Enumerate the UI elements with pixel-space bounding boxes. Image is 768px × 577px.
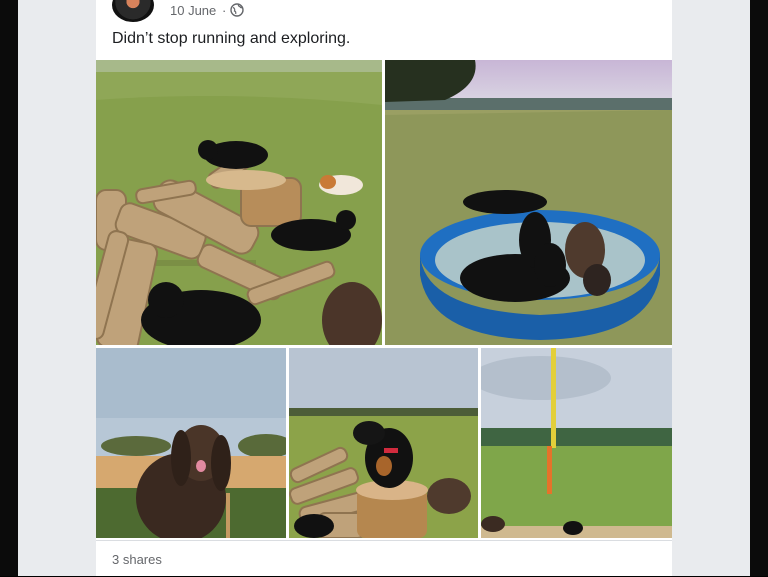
- photo-puppies-in-pool[interactable]: [385, 60, 672, 345]
- post-caption: Didn’t stop running and exploring.: [112, 30, 351, 47]
- photo-puppies-on-logs[interactable]: [96, 60, 382, 345]
- photo-field-marker-pole[interactable]: [481, 348, 672, 538]
- photo-spaniel-by-fence[interactable]: [96, 348, 286, 538]
- right-letterbox: [750, 0, 768, 576]
- shares-count[interactable]: 3 shares: [112, 552, 162, 567]
- post-date[interactable]: 10 June: [170, 3, 216, 18]
- profile-avatar[interactable]: [112, 0, 154, 22]
- separator-dot: ·: [222, 3, 227, 18]
- photo-puppy-on-stump[interactable]: [289, 348, 478, 538]
- post-footer: 3 shares: [96, 540, 672, 577]
- post-header: 10 June ·: [96, 0, 672, 26]
- globe-icon[interactable]: [230, 3, 244, 17]
- left-letterbox: [0, 0, 18, 576]
- post-card: 10 June · Didn’t stop running and explor…: [96, 0, 672, 576]
